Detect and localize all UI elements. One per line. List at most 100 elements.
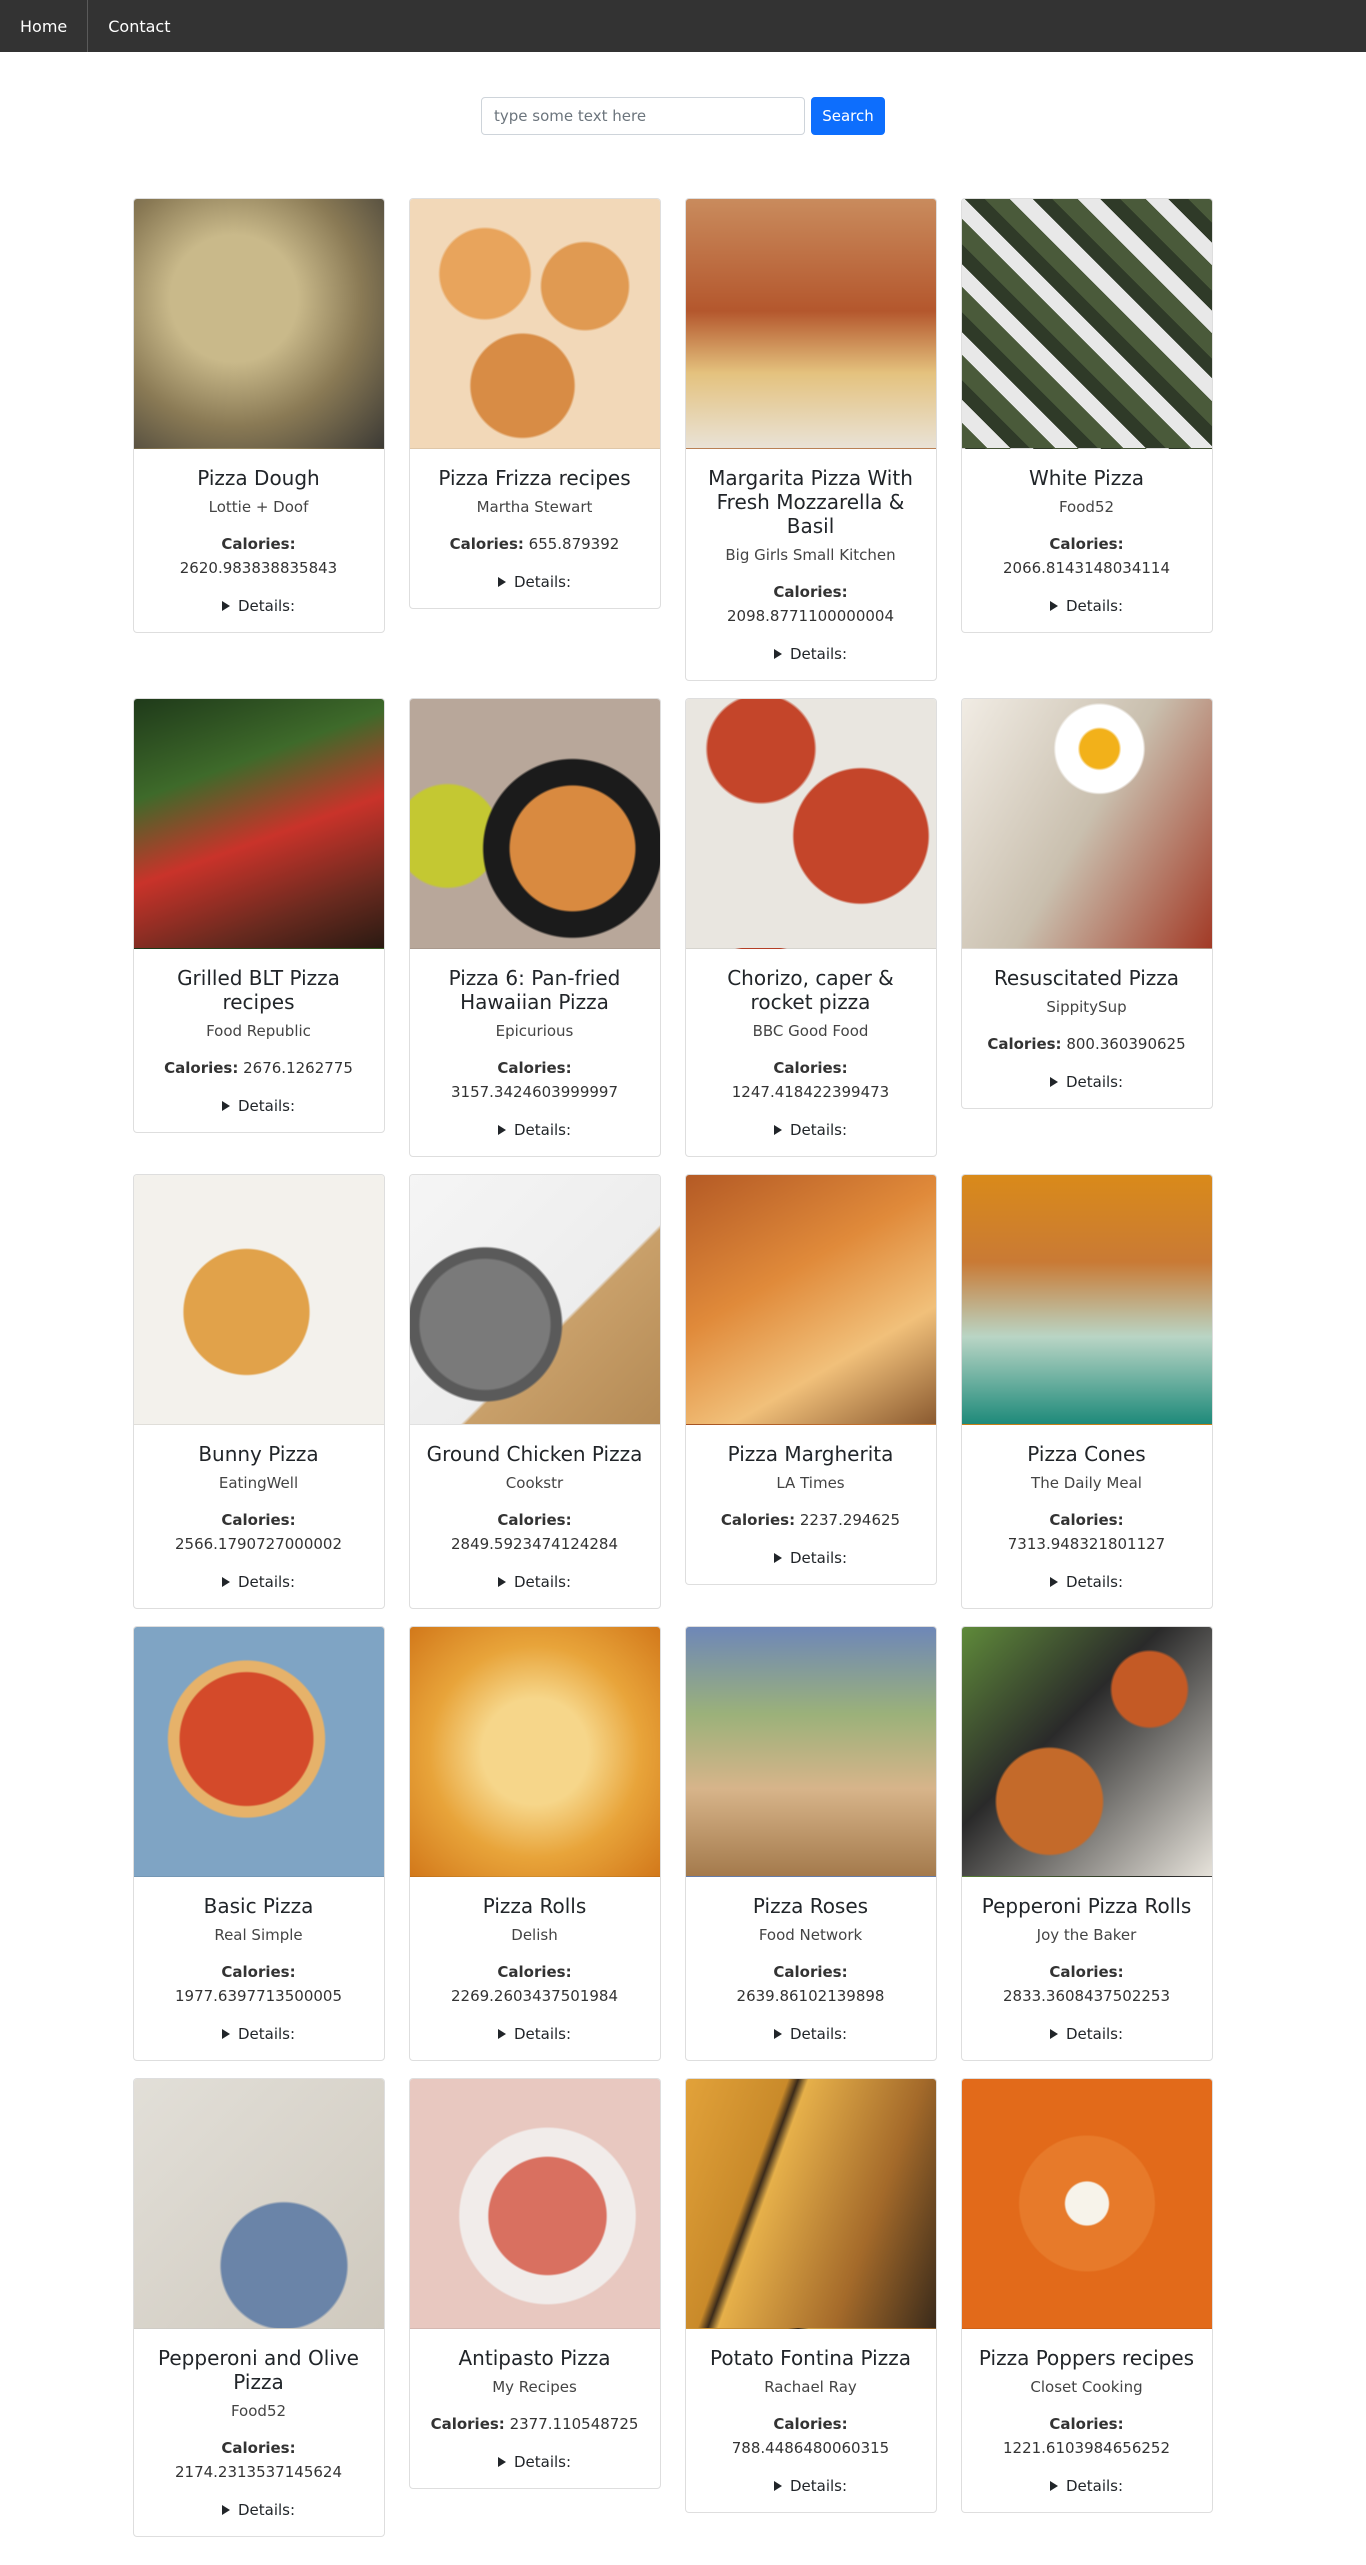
nav-contact-link[interactable]: Contact	[88, 0, 190, 52]
recipe-image[interactable]	[685, 1175, 936, 1425]
details-toggle[interactable]: Details:	[497, 1573, 572, 1591]
recipe-image[interactable]	[409, 1175, 660, 1425]
recipe-source: Food Republic	[206, 1022, 311, 1040]
details-toggle[interactable]: Details:	[773, 645, 847, 663]
details-toggle[interactable]: Details:	[221, 2501, 295, 2519]
calories-value: 1221.6103984656252	[1002, 2439, 1170, 2457]
calories-value: 2639.86102139898	[736, 1987, 885, 2005]
recipe-image[interactable]	[685, 1627, 936, 1877]
recipe-card: White Pizza Food52 Calories: 2066.814314…	[960, 198, 1213, 633]
recipe-card-body: Pizza Cones The Daily Meal Calories: 731…	[962, 1425, 1212, 1608]
calories-value: 2066.8143148034114	[1002, 559, 1170, 577]
details-toggle[interactable]: Details:	[221, 597, 295, 615]
recipe-image[interactable]	[685, 199, 936, 449]
caret-right-icon	[1049, 601, 1058, 611]
details-label: Details:	[237, 2025, 296, 2043]
search-input[interactable]	[481, 97, 805, 135]
calories-value: 2849.5923474124284	[450, 1535, 618, 1553]
details-toggle[interactable]: Details:	[221, 1097, 295, 1115]
details-toggle[interactable]: Details:	[1049, 1573, 1123, 1591]
recipe-calories: Calories: 2639.86102139898	[698, 1960, 924, 2008]
calories-value: 7313.948321801127	[1007, 1535, 1166, 1553]
calories-label: Calories:	[1049, 1511, 1124, 1529]
recipe-image[interactable]	[685, 699, 936, 949]
recipe-calories: Calories: 2269.2603437501984	[422, 1960, 648, 2008]
recipe-image[interactable]	[133, 1175, 384, 1425]
recipe-card: Pizza Poppers recipes Closet Cooking Cal…	[960, 2078, 1213, 2513]
recipe-image[interactable]	[409, 699, 660, 949]
recipe-calories: Calories: 655.879392	[422, 532, 648, 556]
caret-right-icon	[221, 601, 230, 611]
recipe-source: Rachael Ray	[764, 2378, 857, 2396]
recipe-calories: Calories: 1221.6103984656252	[974, 2412, 1200, 2460]
details-toggle[interactable]: Details:	[221, 1573, 295, 1591]
nav-home-link[interactable]: Home	[0, 0, 89, 52]
calories-label: Calories:	[221, 2439, 296, 2457]
caret-right-icon	[773, 2029, 782, 2039]
recipe-image[interactable]	[961, 199, 1212, 449]
recipe-image[interactable]	[409, 2079, 660, 2329]
recipe-title: Pizza Rolls	[482, 1894, 587, 1918]
recipe-calories: Calories: 2620.983838835843	[146, 532, 372, 580]
recipe-image[interactable]	[133, 2079, 384, 2329]
calories-value: 2676.1262775	[243, 1059, 353, 1077]
details-toggle[interactable]: Details:	[773, 1121, 847, 1139]
recipe-calories: Calories: 2676.1262775	[146, 1056, 372, 1080]
recipe-image[interactable]	[409, 199, 660, 449]
recipe-title: Pizza 6: Pan-fried Hawaiian Pizza	[448, 966, 621, 1014]
caret-right-icon	[221, 2505, 230, 2515]
recipe-image[interactable]	[961, 2079, 1212, 2329]
recipe-image[interactable]	[133, 199, 384, 449]
details-toggle[interactable]: Details:	[773, 2477, 847, 2495]
recipe-card-body: Bunny Pizza EatingWell Calories: 2566.17…	[134, 1425, 384, 1608]
calories-label: Calories:	[773, 2415, 848, 2433]
recipe-title: Resuscitated Pizza	[993, 966, 1180, 990]
recipe-source: Delish	[511, 1926, 558, 1944]
recipe-image[interactable]	[961, 1627, 1212, 1877]
recipe-title: Grilled BLT Pizza recipes	[177, 966, 340, 1014]
recipe-card-body: Pizza Poppers recipes Closet Cooking Cal…	[962, 2329, 1212, 2512]
details-toggle[interactable]: Details:	[497, 1121, 571, 1139]
recipe-image[interactable]	[133, 1627, 384, 1877]
recipe-card-body: Pizza Dough Lottie + Doof Calories: 2620…	[134, 449, 384, 632]
recipe-title: Margarita Pizza With Fresh Mozzarella & …	[708, 466, 913, 538]
recipe-calories: Calories: 2066.8143148034114	[974, 532, 1200, 580]
recipe-source: Lottie + Doof	[208, 498, 309, 516]
recipe-calories: Calories: 788.4486480060315	[698, 2412, 924, 2460]
details-label: Details:	[789, 1549, 848, 1567]
details-toggle[interactable]: Details:	[221, 2025, 296, 2043]
recipe-card: Pizza Roses Food Network Calories: 2639.…	[684, 1626, 937, 2061]
details-toggle[interactable]: Details:	[497, 573, 571, 591]
details-toggle[interactable]: Details:	[1049, 597, 1123, 615]
recipe-title: Bunny Pizza	[198, 1442, 319, 1466]
details-toggle[interactable]: Details:	[1049, 2025, 1123, 2043]
recipe-title: Pizza Margherita	[727, 1442, 894, 1466]
calories-value: 2237.294625	[799, 1511, 901, 1529]
recipe-source: Joy the Baker	[1036, 1926, 1137, 1944]
recipe-card-body: Basic Pizza Real Simple Calories: 1977.6…	[134, 1877, 384, 2060]
details-toggle[interactable]: Details:	[1049, 1073, 1123, 1091]
details-label: Details:	[789, 2025, 848, 2043]
recipe-image[interactable]	[685, 2079, 936, 2329]
details-toggle[interactable]: Details:	[1049, 2477, 1124, 2495]
calories-value: 1977.6397713500005	[174, 1987, 342, 2005]
details-toggle[interactable]: Details:	[773, 2025, 848, 2043]
calories-value: 655.879392	[528, 535, 620, 553]
recipe-source: The Daily Meal	[1031, 1474, 1142, 1492]
recipe-image[interactable]	[409, 1627, 660, 1877]
recipe-image[interactable]	[133, 699, 384, 949]
details-label: Details:	[513, 1573, 572, 1591]
recipe-image[interactable]	[961, 1175, 1212, 1425]
details-toggle[interactable]: Details:	[773, 1549, 848, 1567]
recipe-image[interactable]	[961, 699, 1212, 949]
recipe-card: Pizza Dough Lottie + Doof Calories: 2620…	[132, 198, 385, 633]
details-toggle[interactable]: Details:	[497, 2453, 571, 2471]
caret-right-icon	[497, 1125, 506, 1135]
calories-label: Calories:	[497, 1059, 572, 1077]
details-toggle[interactable]: Details:	[497, 2025, 571, 2043]
search-button[interactable]: Search	[811, 97, 885, 135]
caret-right-icon	[497, 577, 506, 587]
recipe-source: Food52	[1058, 498, 1115, 516]
details-label: Details:	[1065, 2477, 1124, 2495]
recipe-source: Epicurious	[495, 1022, 574, 1040]
